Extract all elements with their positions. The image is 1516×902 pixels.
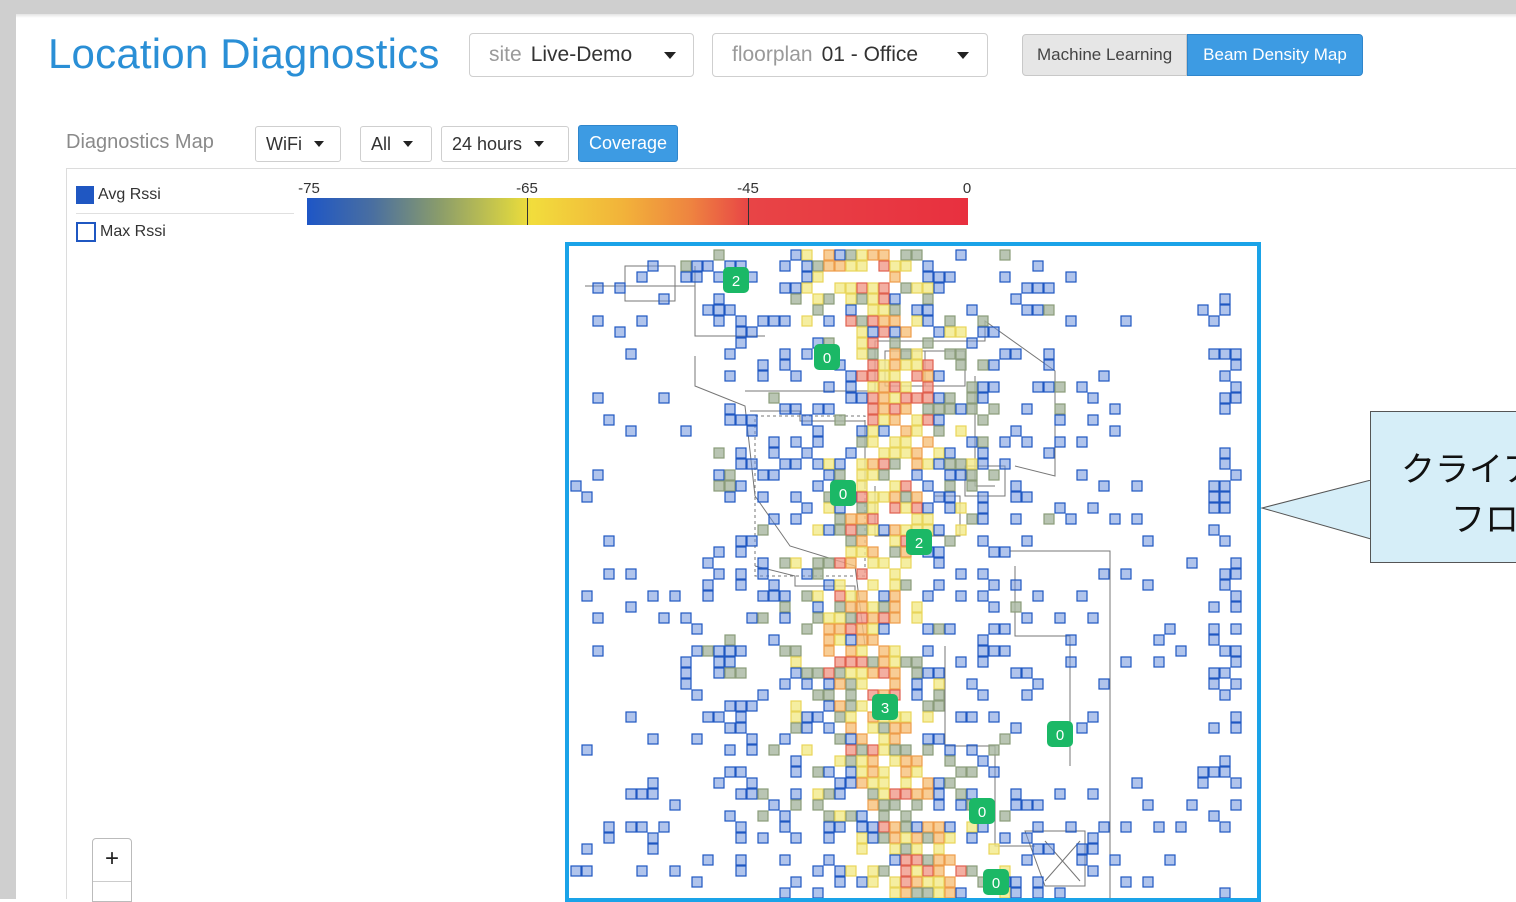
- zoom-control: +: [92, 838, 132, 902]
- callout-pointer: [1260, 480, 1372, 540]
- tab-beam-density-map[interactable]: Beam Density Map: [1187, 34, 1363, 76]
- avg-swatch: [76, 186, 94, 204]
- type-select[interactable]: WiFi: [255, 126, 341, 162]
- view-mode-toggle: Machine Learning Beam Density Map: [1022, 34, 1363, 76]
- scale-tick-label: -75: [298, 180, 320, 197]
- callout-text-line1: クライア: [1401, 450, 1516, 490]
- chevron-down-icon: [534, 141, 545, 147]
- site-select[interactable]: site Live-Demo: [469, 33, 694, 77]
- callout-joint: [1371, 482, 1374, 540]
- floorplan-highlight-box: [565, 242, 1261, 902]
- site-label: site: [489, 43, 522, 66]
- site-value: Live-Demo: [530, 43, 633, 66]
- rssi-scale-bar: [307, 198, 968, 225]
- type-select-value: WiFi: [266, 133, 302, 154]
- time-select-value: 24 hours: [452, 133, 523, 154]
- zoom-divider: [93, 881, 131, 882]
- scale-tick: [748, 198, 749, 225]
- scale-tick-label: 0: [962, 180, 972, 197]
- time-select[interactable]: 24 hours: [441, 126, 569, 162]
- page-title: Location Diagnostics: [48, 30, 440, 77]
- max-label: Max Rssi: [100, 223, 166, 240]
- chevron-down-icon: [664, 51, 676, 59]
- floorplan-select[interactable]: floorplan 01 - Office: [712, 33, 988, 77]
- legend-avg[interactable]: Avg Rssi: [76, 186, 161, 204]
- legend-max[interactable]: Max Rssi: [76, 222, 166, 242]
- scale-tick-label: -45: [737, 180, 759, 197]
- floorplan-value: 01 - Office: [821, 43, 919, 66]
- frame-shadow: [16, 14, 1516, 18]
- max-swatch: [76, 222, 96, 242]
- chevron-down-icon: [957, 51, 969, 59]
- callout-text-line2: フロ: [1451, 500, 1516, 540]
- chevron-down-icon: [403, 141, 414, 147]
- filter-select[interactable]: All: [360, 126, 432, 162]
- section-label: Diagnostics Map: [66, 131, 214, 153]
- scale-tick-label: -65: [516, 180, 538, 197]
- legend-divider: [76, 213, 294, 214]
- zoom-in-button[interactable]: +: [93, 845, 131, 873]
- filter-select-value: All: [371, 133, 392, 154]
- scale-tick: [527, 198, 528, 225]
- callout-box: クライア フロ: [1370, 411, 1516, 563]
- chevron-down-icon: [313, 141, 324, 147]
- tab-machine-learning[interactable]: Machine Learning: [1022, 34, 1188, 76]
- avg-label: Avg Rssi: [98, 186, 161, 203]
- coverage-button[interactable]: Coverage: [578, 125, 679, 162]
- floorplan-label: floorplan: [732, 43, 813, 66]
